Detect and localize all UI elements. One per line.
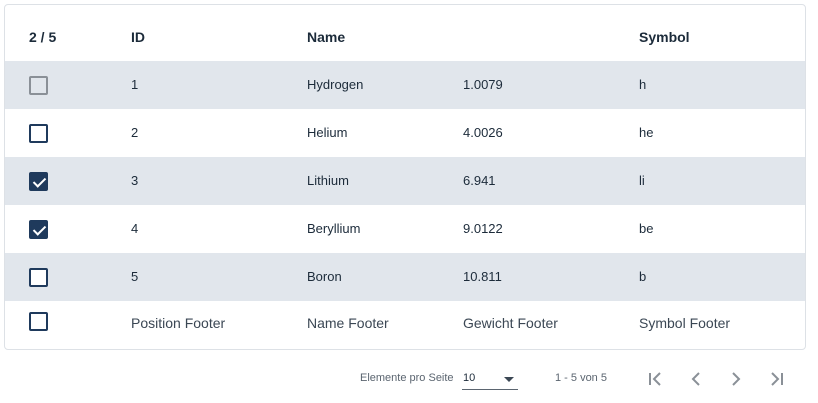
- cell-weight: 10.811: [463, 269, 502, 284]
- paginator: Elemente pro Seite 10 1 - 5 von 5: [0, 366, 818, 392]
- cell-symbol: b: [639, 269, 647, 284]
- cell-id: 2: [131, 125, 139, 140]
- cell-id: 5: [131, 269, 139, 284]
- cell-id: 4: [131, 221, 139, 236]
- row-checkbox[interactable]: [29, 268, 48, 287]
- cell-id: 3: [131, 173, 139, 188]
- cell-name: Lithium: [307, 173, 349, 188]
- selection-count: 2 / 5: [29, 29, 57, 45]
- footer-name: Name Footer: [307, 315, 389, 331]
- table-row[interactable]: 2 Helium 4.0026 he: [5, 109, 805, 157]
- previous-page-icon: [691, 372, 700, 386]
- cell-symbol: li: [639, 173, 645, 188]
- last-page-icon: [771, 372, 783, 386]
- first-page-button[interactable]: [644, 368, 668, 390]
- cell-weight: 4.0026: [463, 125, 503, 140]
- footer-symbol: Symbol Footer: [639, 315, 731, 331]
- items-per-page-value: 10: [463, 372, 476, 384]
- next-page-button[interactable]: [724, 368, 748, 390]
- first-page-icon: [649, 372, 661, 386]
- cell-symbol: be: [639, 221, 654, 236]
- cell-name: Hydrogen: [307, 77, 364, 92]
- table-header-row: 2 / 5 ID Name Symbol: [5, 13, 805, 61]
- row-checkbox[interactable]: [29, 220, 48, 239]
- items-per-page-label: Elemente pro Seite: [360, 372, 454, 384]
- row-checkbox[interactable]: [29, 76, 48, 95]
- column-header-name[interactable]: Name: [307, 13, 345, 61]
- footer-position: Position Footer: [131, 315, 226, 331]
- row-checkbox[interactable]: [29, 124, 48, 143]
- previous-page-button[interactable]: [684, 368, 708, 390]
- cell-weight: 9.0122: [463, 221, 503, 236]
- table-row[interactable]: 5 Boron 10.811 b: [5, 253, 805, 301]
- table-row[interactable]: 1 Hydrogen 1.0079 h: [5, 61, 805, 109]
- cell-name: Helium: [307, 125, 348, 140]
- cell-id: 1: [131, 77, 139, 92]
- column-header-id[interactable]: ID: [131, 13, 145, 61]
- data-table: 2 / 5 ID Name Symbol 1 Hydrogen 1.0079 h…: [4, 4, 806, 350]
- next-page-icon: [732, 372, 741, 386]
- cell-name: Boron: [307, 269, 342, 284]
- cell-name: Beryllium: [307, 221, 361, 236]
- cell-symbol: he: [639, 125, 654, 140]
- chevron-down-icon: [504, 377, 514, 382]
- column-header-symbol[interactable]: Symbol: [639, 13, 690, 61]
- row-checkbox[interactable]: [29, 172, 48, 191]
- cell-weight: 6.941: [463, 173, 496, 188]
- footer-checkbox[interactable]: [29, 312, 48, 331]
- last-page-button[interactable]: [764, 368, 788, 390]
- table-row[interactable]: 3 Lithium 6.941 li: [5, 157, 805, 205]
- footer-weight: Gewicht Footer: [463, 315, 558, 331]
- items-per-page-select[interactable]: 10: [462, 368, 518, 390]
- table-footer-row: Position Footer Name Footer Gewicht Foot…: [5, 299, 805, 347]
- table-row[interactable]: 4 Beryllium 9.0122 be: [5, 205, 805, 253]
- page-range-label: 1 - 5 von 5: [555, 372, 607, 384]
- cell-symbol: h: [639, 77, 647, 92]
- cell-weight: 1.0079: [463, 77, 503, 92]
